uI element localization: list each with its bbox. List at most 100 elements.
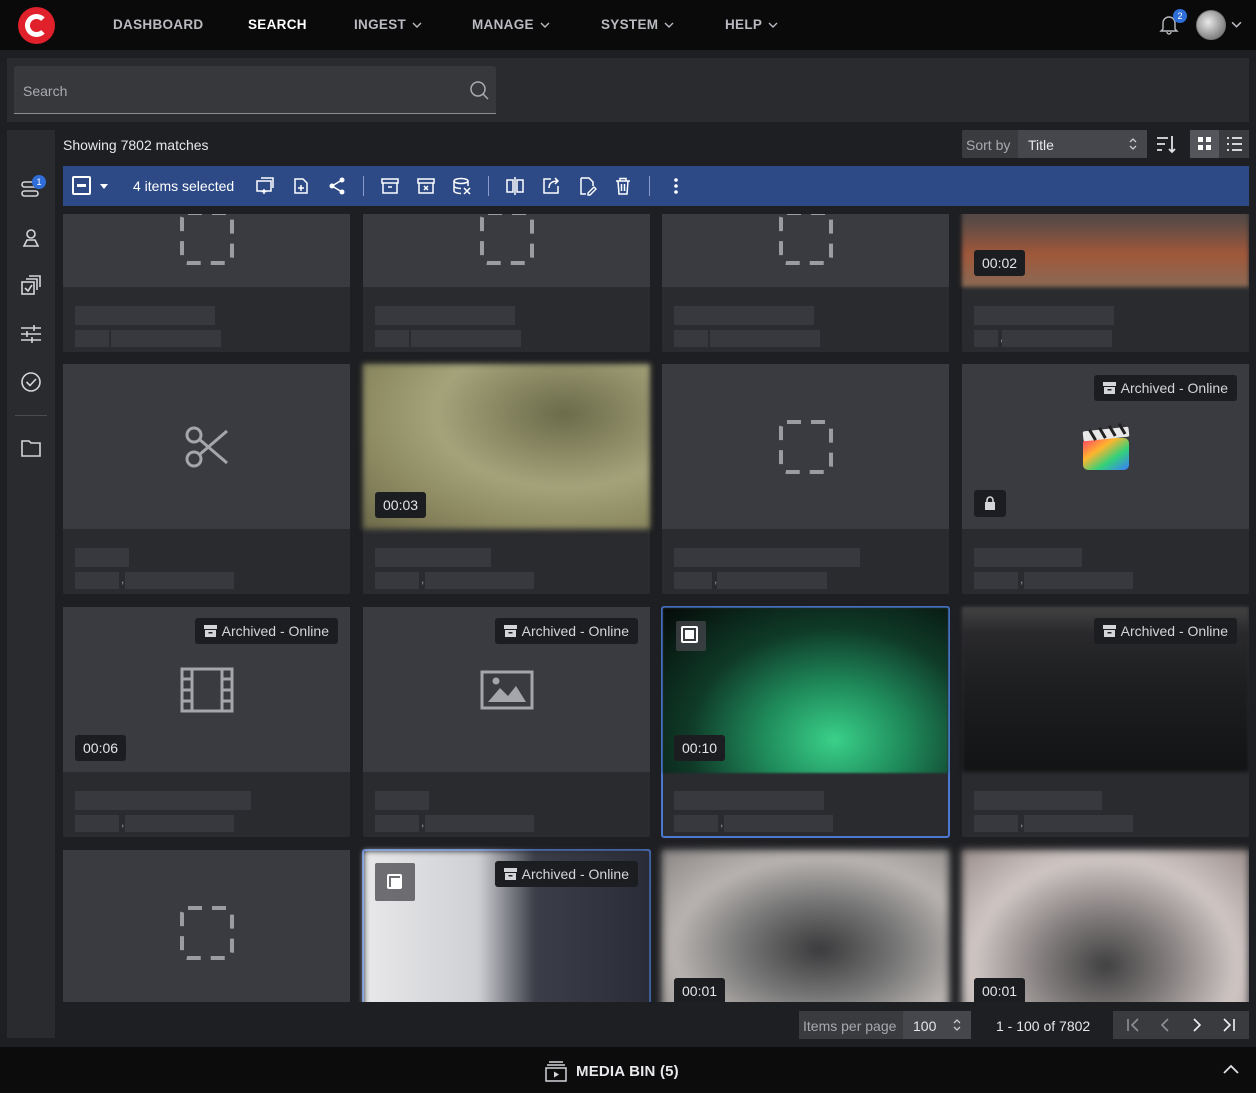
unarchive-icon[interactable] bbox=[416, 176, 436, 196]
asset-card[interactable]: Archived - Online 00:06 , bbox=[63, 607, 350, 837]
asset-card[interactable]: , bbox=[63, 364, 350, 594]
prev-page-icon[interactable] bbox=[1155, 1015, 1175, 1035]
results-grid: , , , 00:02 , , 00:03 , bbox=[63, 214, 1249, 1002]
asset-card-selected[interactable]: Archived - Online bbox=[362, 849, 651, 1002]
share-icon[interactable] bbox=[327, 176, 347, 196]
asset-title-placeholder bbox=[375, 548, 491, 567]
nav-manage[interactable]: MANAGE bbox=[472, 17, 550, 32]
film-icon bbox=[180, 667, 233, 712]
asset-card[interactable]: , bbox=[662, 364, 949, 594]
archived-label: Archived - Online bbox=[1120, 623, 1228, 639]
grid-view-button[interactable] bbox=[1190, 130, 1219, 158]
chevron-down-icon[interactable] bbox=[1231, 19, 1242, 30]
export-icon[interactable] bbox=[541, 176, 561, 196]
sort-direction-icon[interactable] bbox=[1155, 133, 1177, 155]
archived-badge: Archived - Online bbox=[494, 861, 638, 887]
asset-title-placeholder bbox=[674, 548, 860, 567]
placeholder-icon bbox=[479, 214, 534, 265]
sort-select[interactable]: Title bbox=[1018, 130, 1147, 158]
edit-metadata-icon[interactable] bbox=[577, 176, 597, 196]
asset-card[interactable]: , bbox=[363, 214, 650, 352]
archive-icon[interactable] bbox=[380, 176, 400, 196]
search-placeholder: Search bbox=[23, 83, 68, 99]
asset-meta-placeholder bbox=[375, 815, 419, 832]
placeholder-icon bbox=[778, 419, 833, 474]
filters-icon[interactable] bbox=[19, 322, 43, 346]
select-all-checkbox[interactable] bbox=[72, 176, 91, 195]
chevron-down-icon bbox=[540, 22, 550, 28]
user-icon[interactable] bbox=[19, 226, 43, 250]
asset-card[interactable]: , bbox=[662, 214, 949, 352]
duration-badge: 00:01 bbox=[674, 978, 726, 1002]
asset-card[interactable]: 00:03 , bbox=[363, 364, 650, 594]
selection-toolbar: 4 items selected bbox=[63, 166, 1249, 206]
archived-label: Archived - Online bbox=[1120, 380, 1228, 396]
list-view-button[interactable] bbox=[1220, 130, 1249, 158]
next-page-icon[interactable] bbox=[1187, 1015, 1207, 1035]
asset-card[interactable]: , bbox=[63, 214, 350, 352]
tasks-icon[interactable] bbox=[19, 370, 43, 394]
asset-title-placeholder bbox=[974, 306, 1114, 325]
nav-search[interactable]: SEARCH bbox=[248, 17, 307, 32]
search-input[interactable]: Search bbox=[14, 66, 496, 114]
asset-checkbox[interactable] bbox=[676, 621, 706, 651]
remove-storage-icon[interactable] bbox=[452, 176, 472, 196]
asset-card[interactable] bbox=[63, 850, 350, 1002]
asset-title-placeholder bbox=[974, 791, 1102, 810]
lock-badge bbox=[974, 490, 1006, 517]
more-vertical-icon[interactable] bbox=[666, 176, 686, 196]
asset-card[interactable]: Archived - Online , bbox=[962, 607, 1249, 837]
asset-meta-placeholder bbox=[75, 815, 119, 832]
asset-checkbox[interactable] bbox=[375, 863, 415, 901]
asset-card[interactable]: 00:01 bbox=[662, 850, 949, 1002]
last-page-icon[interactable] bbox=[1219, 1015, 1239, 1035]
items-per-page-label: Items per page bbox=[803, 1018, 897, 1034]
avatar[interactable] bbox=[1196, 10, 1226, 40]
search-icon[interactable] bbox=[469, 80, 489, 100]
first-page-icon[interactable] bbox=[1123, 1015, 1143, 1035]
asset-meta-placeholder bbox=[375, 572, 419, 589]
delete-icon[interactable] bbox=[613, 176, 633, 196]
asset-thumbnail bbox=[662, 364, 949, 529]
placeholder-icon bbox=[179, 905, 234, 960]
nav-dashboard[interactable]: DASHBOARD bbox=[113, 17, 203, 32]
asset-card[interactable]: 00:02 , bbox=[962, 214, 1249, 352]
asset-meta-placeholder bbox=[425, 815, 534, 832]
collections-icon[interactable] bbox=[19, 274, 43, 298]
asset-card[interactable]: Archived - Online , bbox=[363, 607, 650, 837]
media-bin-icon bbox=[545, 1061, 567, 1082]
caret-down-icon[interactable] bbox=[99, 181, 109, 191]
asset-card[interactable]: 00:01 bbox=[962, 850, 1249, 1002]
folder-icon[interactable] bbox=[19, 436, 43, 460]
asset-card-selected[interactable]: 00:10 , bbox=[661, 606, 950, 838]
nav-search-label: SEARCH bbox=[248, 17, 307, 32]
asset-meta-placeholder bbox=[974, 572, 1018, 589]
toolbar-divider bbox=[649, 176, 650, 196]
media-bin-label: MEDIA BIN (5) bbox=[576, 1063, 679, 1080]
chevron-up-icon[interactable] bbox=[1222, 1063, 1240, 1075]
app-logo[interactable] bbox=[18, 7, 55, 44]
nav-ingest-label: INGEST bbox=[354, 17, 407, 32]
placeholder-icon bbox=[179, 214, 234, 265]
add-to-collection-icon[interactable] bbox=[291, 176, 311, 196]
items-per-page-select[interactable]: 100 bbox=[903, 1011, 971, 1039]
compare-icon[interactable] bbox=[505, 176, 525, 196]
asset-thumbnail bbox=[363, 214, 650, 287]
select-arrows-icon bbox=[953, 1019, 961, 1031]
queue-badge: 1 bbox=[32, 175, 46, 189]
nav-ingest[interactable]: INGEST bbox=[354, 17, 422, 32]
asset-title-placeholder bbox=[674, 306, 814, 325]
archived-label: Archived - Online bbox=[521, 866, 629, 882]
media-bin-bar[interactable]: MEDIA BIN (5) bbox=[0, 1047, 1256, 1093]
add-to-bin-icon[interactable] bbox=[255, 176, 275, 196]
asset-card[interactable]: Archived - Online , bbox=[962, 364, 1249, 594]
archive-icon bbox=[1102, 382, 1116, 394]
grid-icon bbox=[1198, 137, 1211, 150]
page-range: 1 - 100 of 7802 bbox=[996, 1018, 1091, 1034]
nav-help[interactable]: HELP bbox=[725, 17, 778, 32]
archive-icon bbox=[503, 868, 517, 880]
archived-badge: Archived - Online bbox=[1093, 375, 1237, 401]
left-rail: 1 bbox=[7, 130, 55, 1038]
archived-badge: Archived - Online bbox=[1093, 618, 1237, 644]
nav-system[interactable]: SYSTEM bbox=[601, 17, 674, 32]
